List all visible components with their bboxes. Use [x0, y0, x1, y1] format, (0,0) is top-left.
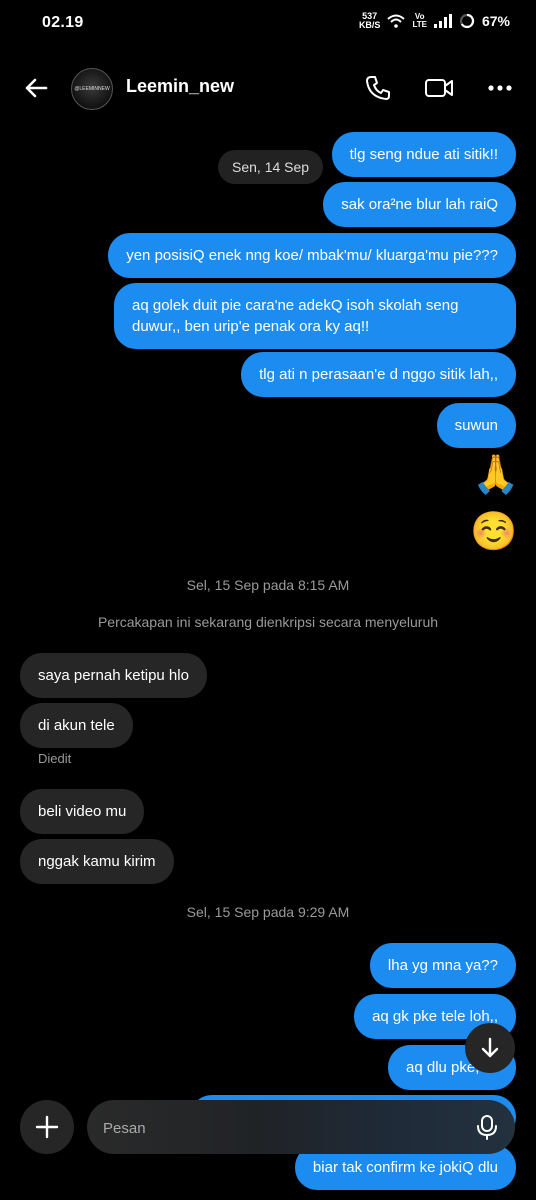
status-bar: 02.19 537 KB/S Vo LTE 67%: [0, 0, 536, 48]
arrow-left-icon[interactable]: [20, 72, 52, 104]
chat-header: @LEEMINNEW Leemin_new: [0, 56, 536, 120]
battery-level: 67%: [481, 13, 510, 29]
emoji-message[interactable]: ☺️: [470, 510, 517, 554]
incoming-message[interactable]: saya pernah ketipu hlo: [20, 653, 207, 698]
volte-indicator: Vo LTE: [412, 12, 427, 29]
video-camera-icon[interactable]: [423, 72, 455, 104]
network-speed: 537 KB/S: [358, 11, 381, 30]
outgoing-message[interactable]: yen posisiQ enek nng koe/ mbak'mu/ kluar…: [108, 233, 516, 278]
emoji-message[interactable]: 🙏: [472, 453, 519, 497]
battery-ring-icon: [459, 13, 475, 29]
outgoing-message[interactable]: tlg seng ndue ati sitik!!: [331, 132, 516, 177]
message-input[interactable]: [101, 1100, 465, 1156]
plus-icon: [35, 1115, 59, 1139]
microphone-icon[interactable]: [473, 1113, 501, 1141]
outgoing-message[interactable]: lha yg mna ya??: [369, 943, 516, 988]
incoming-message[interactable]: di akun tele: [20, 703, 133, 748]
wifi-icon: [387, 14, 406, 28]
outgoing-message[interactable]: aq golek duit pie cara'ne adekQ isoh sko…: [114, 283, 516, 349]
status-time: 02.19: [42, 14, 84, 31]
timestamp: Sel, 15 Sep pada 8:15 AM: [186, 577, 350, 593]
incoming-message[interactable]: nggak kamu kirim: [20, 839, 174, 884]
message-composer: [0, 1098, 536, 1156]
status-icons: 537 KB/S Vo LTE 67%: [359, 12, 510, 30]
message-input-container: [87, 1100, 515, 1156]
phone-icon[interactable]: [362, 72, 394, 104]
edited-label: Diedit: [38, 751, 72, 766]
outgoing-message[interactable]: tlg ati n perasaan'e d nggo sitik lah,,: [241, 352, 516, 397]
date-separator: Sen, 14 Sep: [218, 150, 324, 184]
arrow-down-icon: [481, 1037, 499, 1058]
contact-name[interactable]: Leemin_new: [126, 76, 234, 97]
incoming-message[interactable]: beli video mu: [20, 789, 145, 834]
add-attachment-button[interactable]: [20, 1100, 74, 1154]
timestamp: Sel, 15 Sep pada 9:29 AM: [186, 904, 350, 920]
more-horizontal-icon[interactable]: [484, 72, 516, 104]
outgoing-message[interactable]: sak ora²ne blur lah raiQ: [323, 182, 516, 227]
signal-icon: [433, 14, 452, 28]
encryption-notice: Percakapan ini sekarang dienkripsi secar…: [97, 614, 439, 630]
outgoing-message[interactable]: suwun: [436, 403, 516, 448]
scroll-to-bottom-button[interactable]: [465, 1023, 515, 1073]
avatar[interactable]: @LEEMINNEW: [71, 68, 113, 110]
